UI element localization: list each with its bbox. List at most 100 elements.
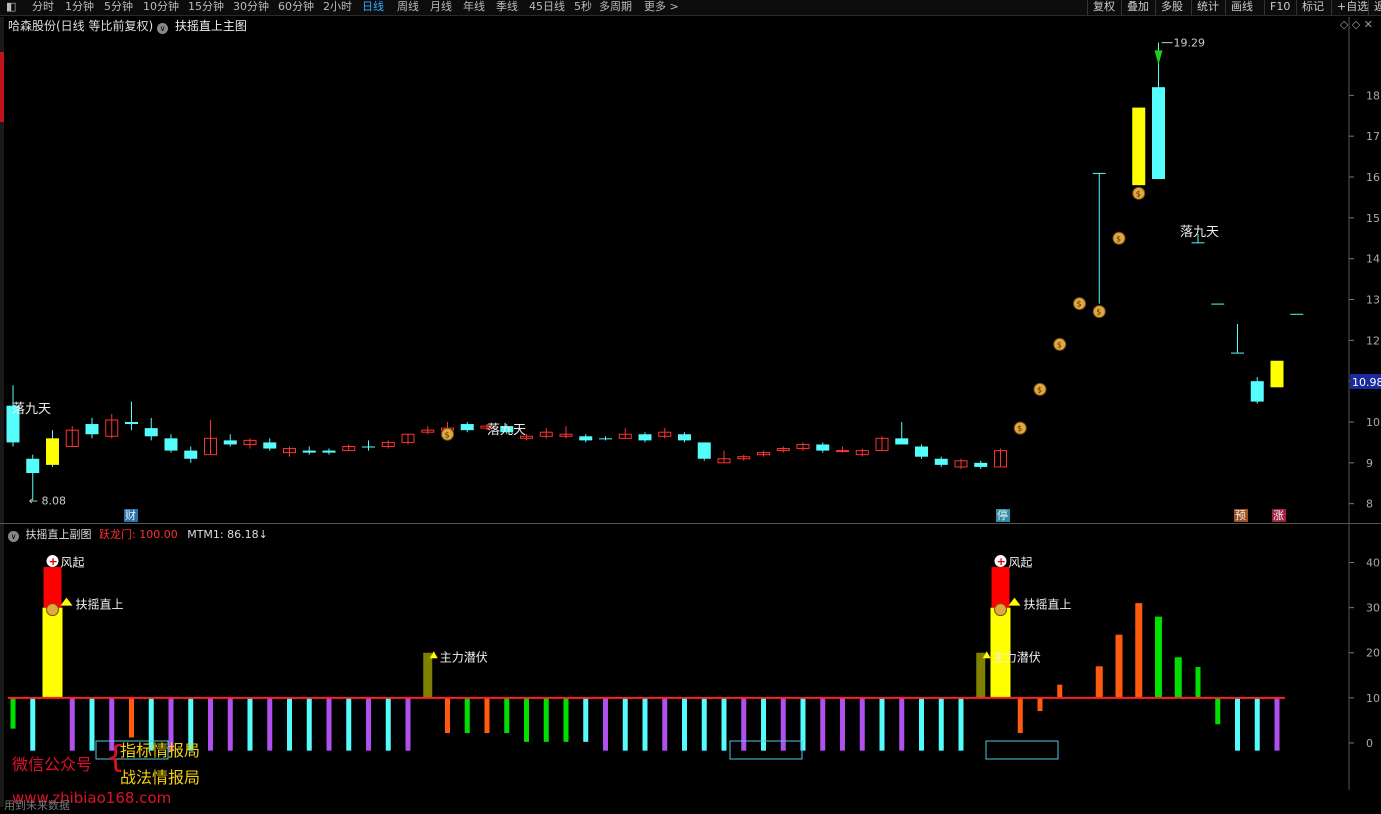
candle-body [1290,313,1304,315]
luojiutian-label: 落九天 [1180,225,1219,240]
sub-bar [899,697,905,751]
sub-bar [780,697,786,751]
sub-bar [484,697,490,734]
sub-bar [504,697,510,734]
wechat-label: 微信公众号 [12,755,93,774]
sub-bar [583,697,589,742]
money-bag-symbol: $ [445,430,450,439]
candle-body [1132,107,1146,186]
candle-body [678,434,691,441]
price-tick-label: 13 [1366,294,1380,307]
money-bag-symbol: $ [1017,424,1022,433]
candle-body [895,438,909,445]
candle-body [125,422,138,425]
triangle-up-icon [60,597,73,606]
money-bag-symbol: $ [1057,340,1062,349]
sub-bar [1135,603,1143,698]
sub-bar [464,697,470,734]
price-tick-label: 14 [1366,253,1380,266]
candle-body [974,462,988,467]
kline-chart[interactable]: 1817161514131211109810.98$$$$$$$$落九天落九天落… [0,0,1381,814]
price-tick-label: 17 [1366,130,1380,143]
sub-bar [247,697,253,751]
money-bag-symbol: $ [1037,385,1042,394]
sub-bar [129,697,134,738]
signal-label: 扶摇直上 [76,597,124,612]
sub-bar [543,697,549,742]
sub-bar [820,697,826,751]
sub-bar [1095,666,1103,698]
candle-body [164,438,178,451]
candle-body [638,434,652,441]
candle-body [1191,242,1205,244]
sub-bar [761,697,766,751]
candle-body [836,450,849,453]
sub-bar [366,697,371,751]
money-bag-symbol: $ [1077,300,1082,309]
sub-tick-label: 40 [1366,557,1380,570]
sub-bar [1115,634,1123,698]
candle-body [26,458,40,474]
candle-body [1092,172,1106,174]
sub-bar [326,697,332,751]
selection-box [985,740,1059,760]
sub-bar [603,697,608,751]
money-bag-symbol: $ [1116,234,1121,243]
sub-bar [445,697,450,734]
price-tick-label: 16 [1366,171,1380,184]
fengqi-bar [43,567,62,608]
sub-bar [346,697,352,751]
sub-bar [721,697,727,751]
signal-label: 风起 [61,556,85,570]
sub-bar [405,697,411,751]
sub-bar [524,697,529,742]
signal-label: 主力潜伏 [440,650,488,664]
sub-bar [1057,684,1063,698]
candle-body [1250,381,1264,402]
candle-body [144,428,158,437]
candle-body [697,442,711,459]
sub-bar [267,697,273,751]
price-tick-label: 15 [1366,212,1380,225]
price-tick-label: 10 [1366,416,1380,429]
candle-body [1211,303,1225,305]
candle-body [302,450,316,453]
sub-bar [89,697,95,751]
candle-body [1231,352,1244,354]
sub-bar [800,697,806,751]
sub-bar [1195,667,1201,698]
sub-bar [642,697,648,751]
fengqi-bar [991,567,1010,608]
price-tick-label: 9 [1366,457,1373,470]
sub-bar [227,697,233,751]
sub-bar [42,607,63,698]
candle-body [579,436,593,441]
sub-bar [840,697,845,751]
sub-bar [859,697,865,751]
sub-bar [1274,697,1280,751]
money-bag-symbol: $ [1096,308,1101,317]
sub-tick-label: 20 [1366,647,1380,660]
marker-label: 预 [1235,509,1246,522]
signal-label: 风起 [1009,556,1033,570]
sub-bar [976,652,986,698]
money-bag-icon [46,603,59,617]
candle-body [184,450,198,459]
candle-body [599,438,612,440]
sub-bar [1254,697,1260,751]
candle-body [915,446,928,457]
candle-body [934,458,948,465]
candle-body [816,444,830,451]
sub-bar [662,697,668,751]
candle-body [263,442,277,449]
down-arrow-icon [1154,50,1163,65]
sub-bar [1017,697,1023,734]
sub-bar [287,697,292,751]
candle-body [1270,360,1284,388]
sub-bar [1215,697,1221,725]
marker-label: 停 [997,508,1008,522]
sub-bar [563,697,569,742]
candle-body [460,424,474,431]
sub-bar [1174,657,1182,698]
candle-body [1152,87,1165,180]
